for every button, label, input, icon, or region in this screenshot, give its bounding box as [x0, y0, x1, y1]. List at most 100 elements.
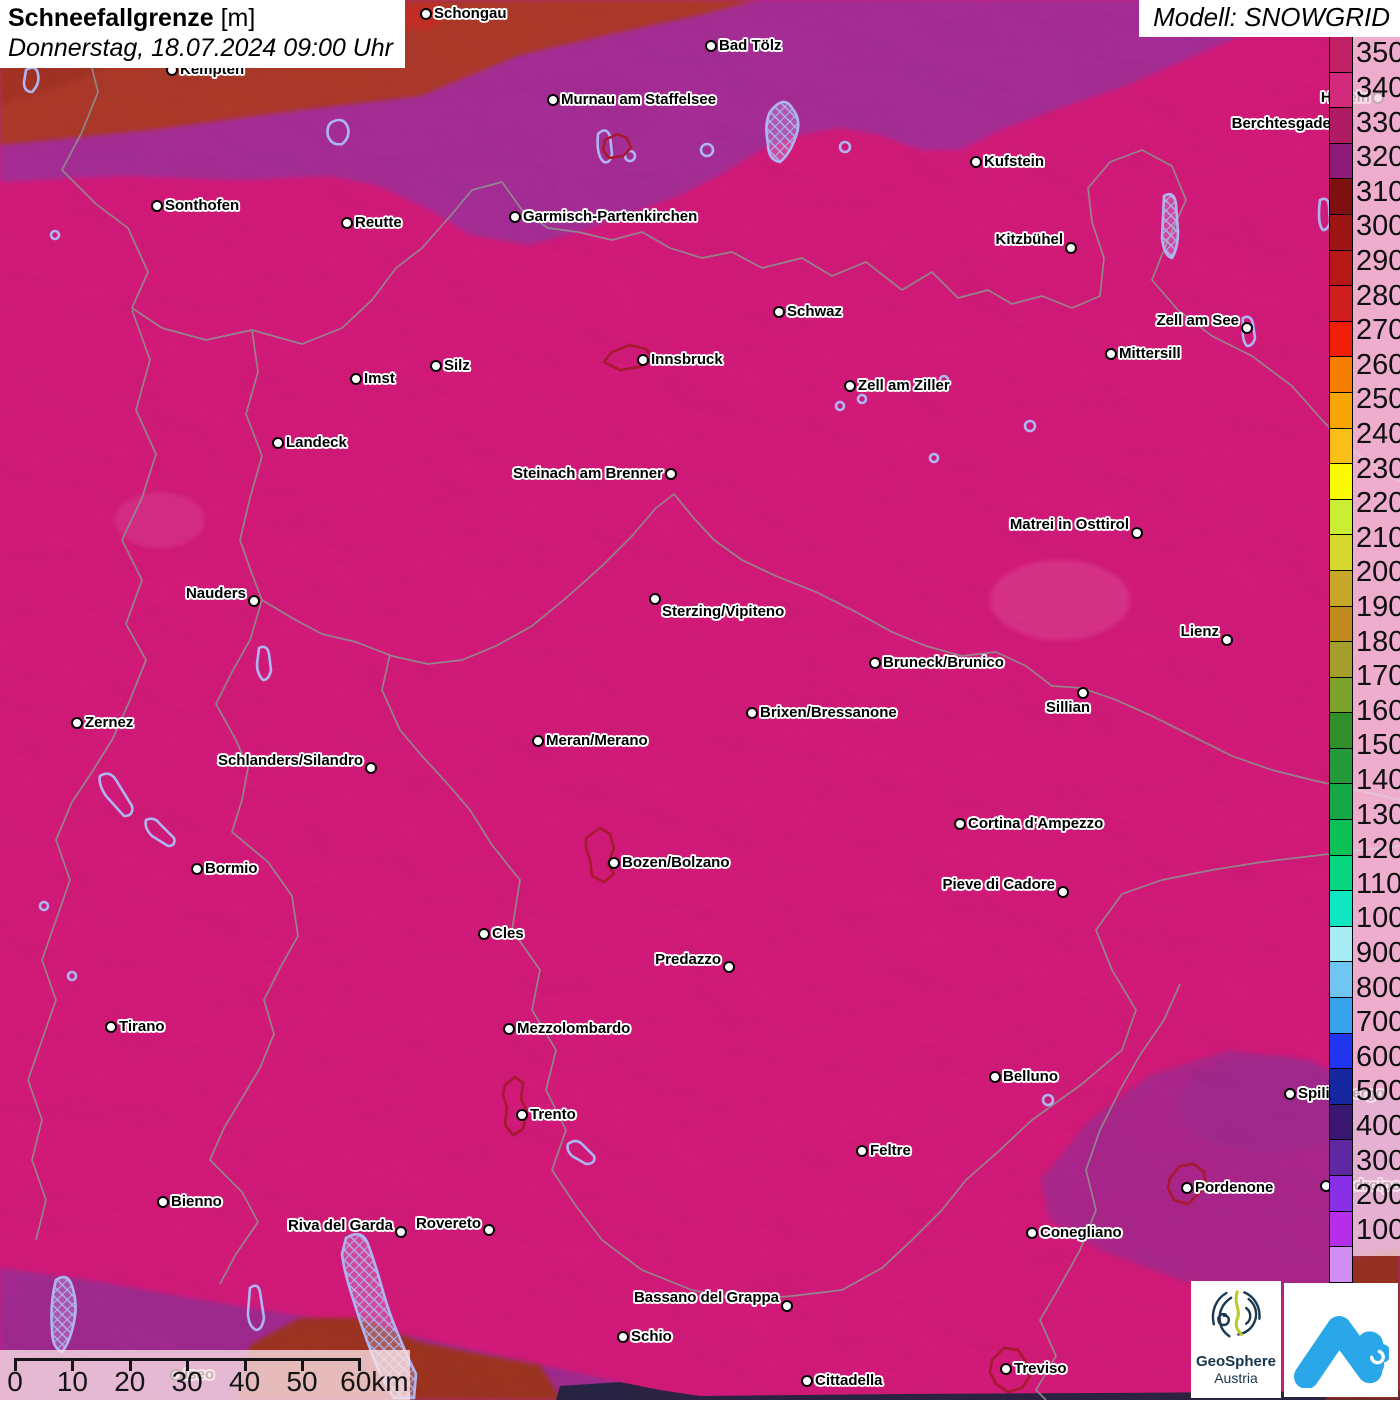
city-dot: [780, 1299, 793, 1312]
scalebar-label: 10: [56, 1366, 88, 1397]
city-label: Zernez: [85, 714, 134, 731]
city-dot: [999, 1362, 1012, 1375]
city-label: Mittersill: [1119, 345, 1181, 362]
colorbar-segment: [1330, 534, 1352, 570]
colorbar-segment: [1330, 997, 1352, 1033]
city-label: Matrei in Osttirol: [1009, 516, 1129, 533]
colorbar-segment: [1330, 463, 1352, 499]
city-label: Schwaz: [787, 303, 843, 320]
geosphere-logo-text2: Austria: [1214, 1370, 1258, 1386]
city-dot: [636, 353, 649, 366]
colorbar-tick-label: 1700: [1356, 660, 1400, 693]
city-label: Schongau: [434, 5, 507, 22]
valid-datetime: Donnerstag, 18.07.2024 09:00 Uhr: [8, 34, 393, 62]
city-label: Innsbruck: [651, 351, 723, 368]
city-dot: [477, 927, 490, 940]
city-label: Predazzo: [655, 951, 721, 968]
snowfall-limit-map: Schongau Bad Tölz Kempten Murnau am Staffel…: [0, 0, 1400, 1400]
colorbar-segment: [1330, 676, 1352, 713]
city-label: Nauders: [185, 585, 246, 602]
colorbar: [1329, 36, 1353, 1283]
colorbar-segment: [1330, 854, 1352, 891]
city-label: Trento: [530, 1106, 576, 1123]
city-dot: [502, 1022, 515, 1035]
city-label: Imst: [364, 370, 395, 387]
colorbar-segment: [1330, 107, 1352, 143]
city-label: Bozen/Bolzano: [622, 854, 730, 871]
city-label: Schlanders/Silandro: [217, 752, 363, 769]
city-label: Reutte: [355, 214, 402, 231]
colorbar-tick-label: 1300: [1356, 798, 1400, 831]
colorbar-tick-label: 500: [1356, 1075, 1400, 1108]
colorbar-tick-label: 2300: [1356, 452, 1400, 485]
colorbar-tick-label: 1800: [1356, 625, 1400, 658]
colorbar-segment: [1330, 1032, 1352, 1069]
city-dot: [648, 592, 661, 605]
city-dot: [855, 1144, 868, 1157]
city-label: Mezzolombardo: [517, 1020, 631, 1037]
colorbar-tick-label: 900: [1356, 936, 1400, 969]
city-label: Feltre: [870, 1142, 911, 1159]
city-dot: [1076, 686, 1089, 699]
scalebar-label: 50: [286, 1366, 318, 1397]
colorbar-segment: [1330, 1103, 1352, 1140]
city-label: Sterzing/Vipiteno: [662, 603, 785, 620]
city-dot: [1104, 347, 1117, 360]
colorbar-tick-label: 100: [1356, 1213, 1400, 1246]
city-label: Sillian: [1045, 699, 1091, 716]
city-label: Bassano del Grappa: [633, 1289, 779, 1306]
city-label: Schio: [631, 1328, 672, 1345]
city-dot: [1283, 1087, 1296, 1100]
city-label: Cles: [492, 925, 524, 942]
colorbar-tick-label: 2400: [1356, 417, 1400, 450]
city-dot: [1025, 1226, 1038, 1239]
scalebar-label: 60km: [340, 1366, 409, 1397]
city-label: Sonthofen: [165, 197, 240, 214]
city-dot: [364, 761, 377, 774]
colorbar-segment: [1330, 142, 1352, 179]
colorbar-tick-label: 3300: [1356, 106, 1400, 139]
geosphere-logo-text1: GeoSphere: [1195, 1353, 1277, 1370]
colorbar-segment: [1330, 641, 1352, 677]
city-dot: [340, 216, 353, 229]
colorbar-segment: [1330, 783, 1352, 820]
colorbar-segment: [1330, 498, 1352, 535]
colorbar-tick-label: 2500: [1356, 383, 1400, 416]
product-unit: [m]: [213, 4, 256, 32]
colorbar-tick-label: 400: [1356, 1109, 1400, 1142]
colorbar-tick-label: 2200: [1356, 487, 1400, 520]
city-dot: [664, 467, 677, 480]
colorbar-tick-label: 3200: [1356, 141, 1400, 174]
colorbar-segment: [1330, 1068, 1352, 1104]
city-label: Treviso: [1014, 1360, 1067, 1377]
city-dot: [515, 1108, 528, 1121]
city-dot: [349, 372, 362, 385]
city-dot: [868, 656, 881, 669]
colorbar-tick-label: 1900: [1356, 590, 1400, 623]
colorbar-tick-label: 1200: [1356, 833, 1400, 866]
scalebar-label: 40: [229, 1366, 261, 1397]
map-scalebar: 0 10 20 30 40 50 60km: [0, 1350, 410, 1400]
colorbar-segment: [1330, 178, 1352, 214]
city-dot: [988, 1070, 1001, 1083]
city-dot: [616, 1330, 629, 1343]
colorbar-tick-label: 2100: [1356, 521, 1400, 554]
city-dot: [508, 210, 521, 223]
city-label: Pordenone: [1195, 1179, 1274, 1196]
city-dot: [1064, 241, 1077, 254]
city-label: Brixen/Bressanone: [760, 704, 897, 721]
colorbar-tick-label: 1600: [1356, 694, 1400, 727]
city-dot: [104, 1020, 117, 1033]
colorbar-segment: [1330, 427, 1352, 464]
city-label: Kufstein: [984, 153, 1044, 170]
colorbar-segment: [1330, 320, 1352, 357]
city-dot: [531, 734, 544, 747]
city-label: Belluno: [1003, 1068, 1058, 1085]
city-label: Cortina d'Ampezzo: [968, 815, 1104, 832]
colorbar-tick-label: 800: [1356, 971, 1400, 1004]
city-label: Tirano: [119, 1018, 165, 1035]
colorbar-tick-label: 600: [1356, 1040, 1400, 1073]
colorbar-segment: [1330, 819, 1352, 855]
city-label: Zell am See: [1156, 312, 1239, 329]
scalebar-label: 0: [7, 1366, 23, 1397]
